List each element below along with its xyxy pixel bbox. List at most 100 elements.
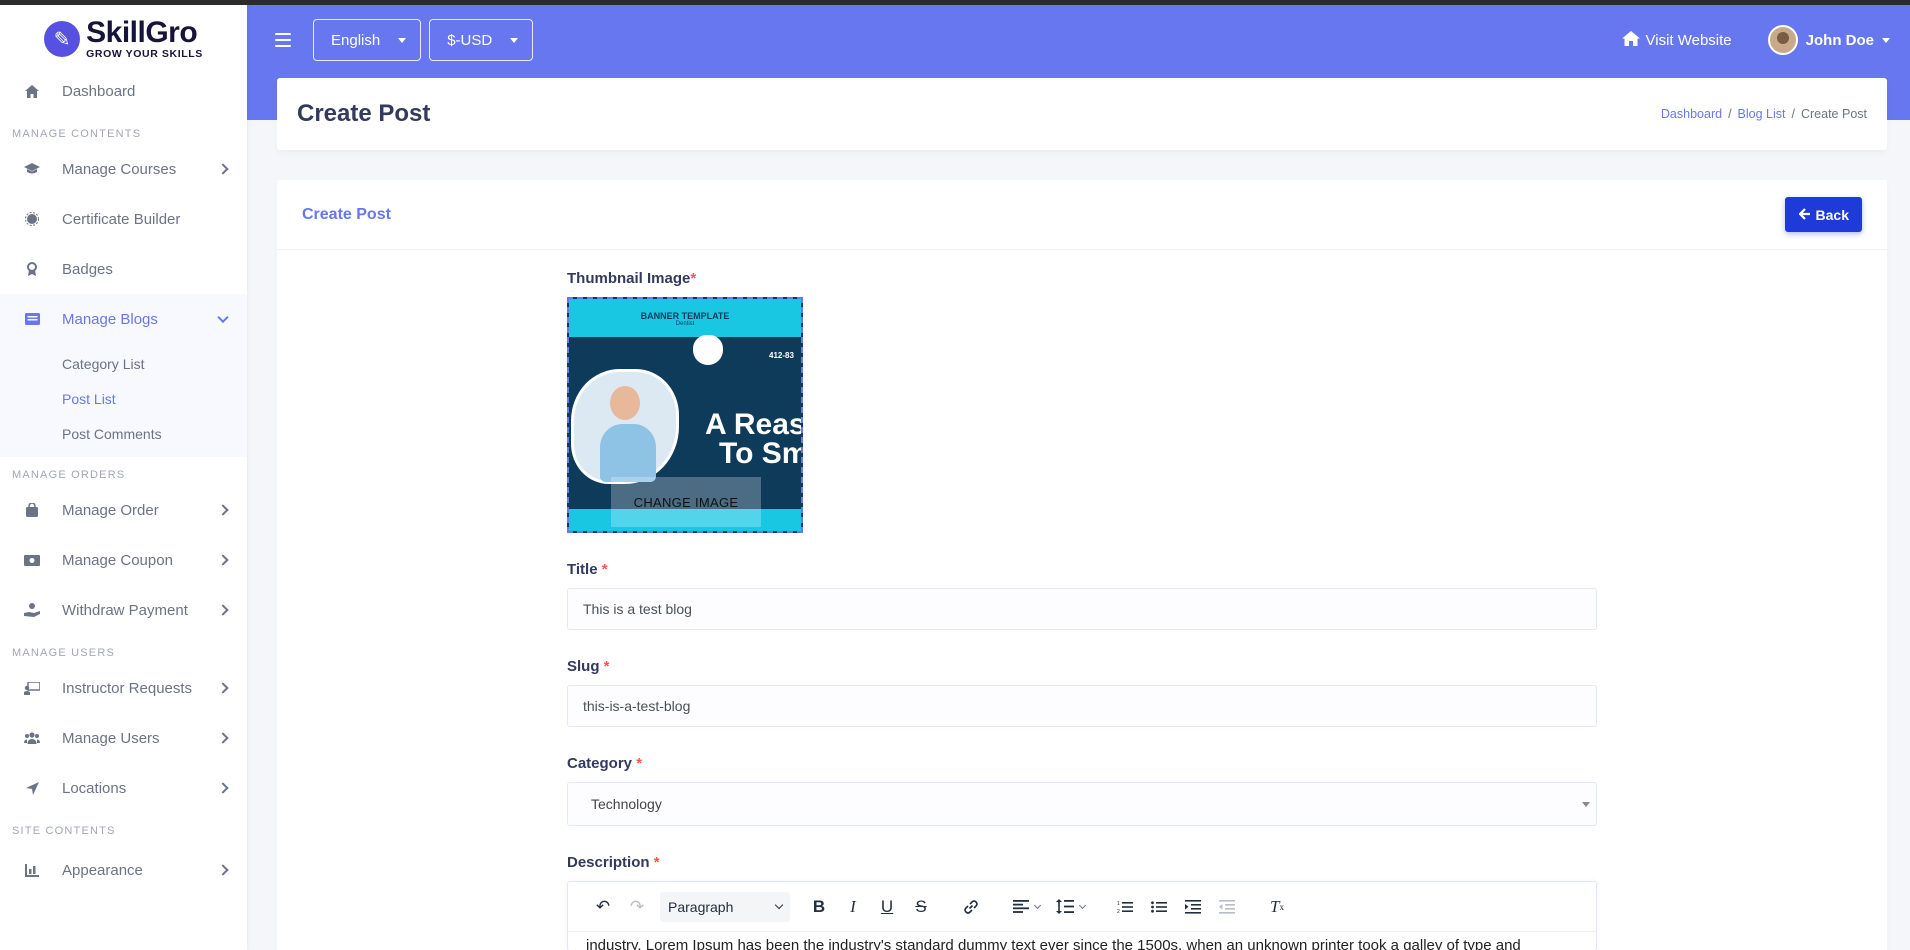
sidebar-item-locations[interactable]: Locations [0,763,247,813]
menu-toggle-icon[interactable] [275,33,291,47]
section-manage-contents: MANAGE CONTENTS [12,128,142,140]
sidebar-item-label: Manage Order [62,501,159,519]
sidebar-item-badges[interactable]: Badges [0,244,247,294]
caret-down-icon [510,37,519,43]
patient-photo [571,369,679,484]
chevron-right-icon [217,554,229,566]
sidebar-item-label: Instructor Requests [62,679,193,697]
sidebar-item-blogs[interactable]: Manage Blogs [0,294,247,344]
chalkboard-teacher-icon [24,680,40,696]
brand-icon: ✎ [44,21,81,57]
breadcrumb-separator: / [1791,107,1795,121]
line-height-dropdown[interactable] [1048,892,1092,922]
top-navbar: English $-USD Visit Website John Doe [247,5,1910,75]
outdent-icon[interactable] [1210,892,1244,922]
chevron-down-icon [1033,901,1041,909]
caret-down-icon [1582,802,1590,807]
rich-text-editor: ↶ ↷ Paragraph B I U S 1 2 T x industry. … [567,881,1597,950]
slug-input[interactable]: this-is-a-test-blog [567,685,1597,727]
banner-phone: 412-83 [769,351,794,360]
graduation-cap-icon [24,161,40,177]
italic-icon[interactable]: I [836,892,870,922]
chevron-right-icon [217,163,229,175]
banner-subtitle: Dentist [675,321,695,327]
shopping-bag-icon [24,502,40,518]
sidebar-item-label: Manage Users [62,729,160,747]
users-icon [24,730,40,746]
category-label: Category * [567,755,643,772]
home-icon [24,83,40,99]
block-format-select[interactable]: Paragraph [660,891,790,922]
svg-text:1: 1 [1117,901,1120,907]
chevron-down-icon [774,900,784,909]
newspaper-icon [24,311,40,327]
redo-icon[interactable]: ↷ [620,892,654,922]
brand-logo[interactable]: ✎ SkillGro GROW YOUR SKILLS [0,0,247,72]
sidebar-item-label: Manage Courses [62,160,177,178]
indent-icon[interactable] [1176,892,1210,922]
category-value: Technology [591,796,662,812]
currency-select[interactable]: $-USD [429,19,534,61]
brand-name: SkillGro [86,16,198,50]
required-mark: * [653,854,660,871]
breadcrumb-blog-list[interactable]: Blog List [1738,107,1786,121]
bold-icon[interactable]: B [802,892,836,922]
chevron-right-icon [217,782,229,794]
sidebar-item-courses[interactable]: Manage Courses [0,144,247,194]
section-site-contents: SITE CONTENTS [12,825,116,837]
editor-content[interactable]: industry. Lorem Ipsum has been the indus… [568,934,1596,950]
sidebar-item-users[interactable]: Manage Users [0,713,247,763]
sidebar-item-coupon[interactable]: Manage Coupon [0,535,247,585]
clear-formatting-icon[interactable]: Tx [1260,892,1294,922]
user-menu[interactable]: John Doe [1767,25,1890,55]
home-icon [1621,30,1640,50]
sidebar-item-withdraw[interactable]: Withdraw Payment [0,585,247,635]
page-header: Create Post Dashboard / Blog List / Crea… [277,78,1887,150]
certificate-icon [24,211,40,227]
sidebar-item-order[interactable]: Manage Order [0,485,247,535]
slug-group: Slug * this-is-a-test-blog [567,658,1597,727]
sidebar-subitem-post-comments[interactable]: Post Comments [0,416,247,451]
hand-holding-icon [24,602,40,618]
required-mark: * [690,270,697,287]
page-title: Create Post [297,100,431,127]
description-group: Description * ↶ ↷ Paragraph B I U S 1 2 … [567,854,1597,950]
numbered-list-icon[interactable]: 12 [1108,892,1142,922]
thumbnail-preview[interactable]: BANNER TEMPLATE Dentist 412-83 A Reaso T… [567,297,803,533]
visit-website-link[interactable]: Visit Website [1621,30,1732,50]
sidebar-item-label: Manage Coupon [62,551,173,569]
chart-icon [24,862,40,878]
strikethrough-icon[interactable]: S [904,892,938,922]
user-name: John Doe [1805,31,1874,49]
align-dropdown[interactable] [1004,892,1048,922]
sidebar-subitem-category-list[interactable]: Category List [0,346,247,381]
change-image-button[interactable]: CHANGE IMAGE [611,477,761,527]
breadcrumb: Dashboard / Blog List / Create Post [1661,107,1867,121]
sidebar-item-instructor-requests[interactable]: Instructor Requests [0,663,247,713]
sidebar-item-certificate[interactable]: Certificate Builder [0,194,247,244]
title-input[interactable]: This is a test blog [567,588,1597,630]
sidebar-subitem-post-list[interactable]: Post List [0,381,247,416]
chevron-right-icon [217,864,229,876]
title-label: Title * [567,561,608,578]
undo-icon[interactable]: ↶ [586,892,620,922]
sidebar-item-label: Appearance [62,861,143,879]
breadcrumb-current: Create Post [1800,107,1867,121]
category-select[interactable]: Technology [567,782,1597,826]
location-arrow-icon [24,780,40,796]
sidebar: ✎ SkillGro GROW YOUR SKILLS Dashboard MA… [0,0,247,950]
chevron-right-icon [217,682,229,694]
blogs-submenu: Category List Post List Post Comments [0,344,247,457]
description-label: Description * [567,854,660,871]
sidebar-item-appearance[interactable]: Appearance [0,845,247,895]
bullet-list-icon[interactable] [1142,892,1176,922]
link-icon[interactable] [954,892,988,922]
underline-icon[interactable]: U [870,892,904,922]
award-icon [24,261,40,277]
sidebar-item-dashboard[interactable]: Dashboard [0,72,247,110]
back-button[interactable]: Back [1784,197,1862,232]
breadcrumb-dashboard[interactable]: Dashboard [1661,107,1722,121]
language-select[interactable]: English [313,19,422,61]
brand-tagline: GROW YOUR SKILLS [86,48,203,61]
caret-down-icon [398,37,407,43]
